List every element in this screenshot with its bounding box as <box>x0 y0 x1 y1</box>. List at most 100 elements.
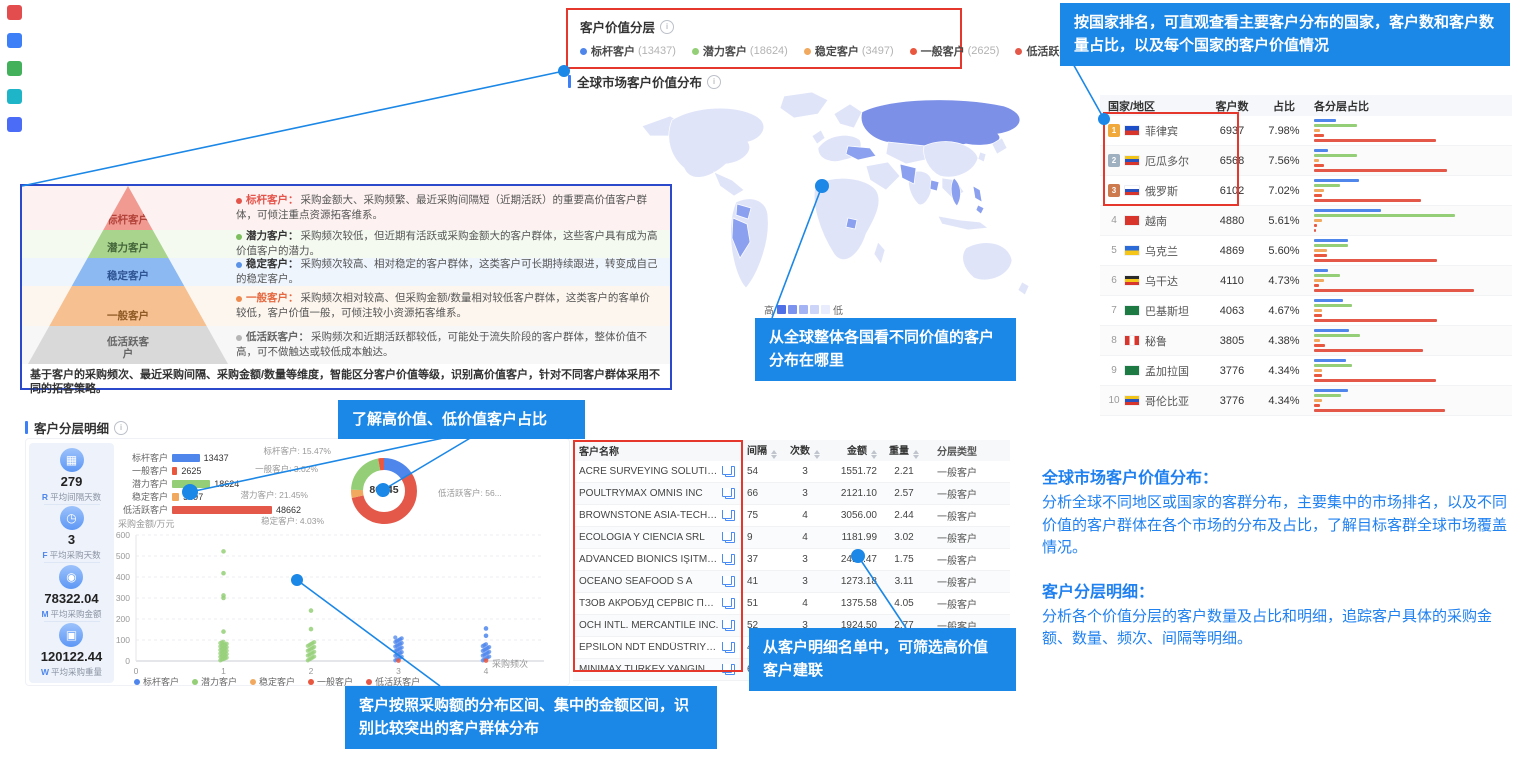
customer-times: 4 <box>783 598 827 609</box>
copy-icon[interactable] <box>725 488 735 499</box>
country-table-row[interactable]: 4越南 4880 5.61% <box>1100 206 1512 236</box>
country-table-row[interactable]: 10哥伦比亚 3776 4.34% <box>1100 386 1512 416</box>
customer-weight: 2.57 <box>881 488 927 499</box>
tier-mini-bar <box>1314 389 1348 392</box>
svg-text:4: 4 <box>484 666 489 676</box>
col-weight[interactable]: 重量 <box>881 442 927 459</box>
col-amount[interactable]: 金额 <box>827 442 881 459</box>
customer-table-row[interactable]: ТЗОВ АКРОБУД СЕРВІС ПРОСП ПЕРЕМОГИ 91 51… <box>573 593 1010 615</box>
customer-table-row[interactable]: ECOLOGIA Y CIENCIA SRL 9 4 1181.99 3.02 … <box>573 527 1010 549</box>
customer-weight: 3.11 <box>881 576 927 587</box>
metric-label: W平均采购重量 <box>41 666 102 678</box>
customer-table-row[interactable]: ADVANCED BİONİCS İŞİTME CİHAZLARI TİCARE… <box>573 549 1010 571</box>
col-times[interactable]: 次数 <box>783 442 827 459</box>
tier-mini-bar <box>1314 134 1324 137</box>
global-map-section-title: 全球市场客户价值分布 i <box>568 72 721 91</box>
customer-table-row[interactable]: POULTRYMAX OMNIS INC 66 3 2121.10 2.57 一… <box>573 483 1010 505</box>
customer-table-row[interactable]: BROWNSTONE ASIA-TECH INC. 75 4 3056.00 2… <box>573 505 1010 527</box>
donut-segment-label: 低活跃客户: 56... <box>438 487 520 499</box>
green-app-icon[interactable] <box>7 61 22 76</box>
country-name: 俄罗斯 <box>1145 183 1178 199</box>
callout-map: 从全球整体各国看不同价值的客户分布在哪里 <box>755 318 1016 381</box>
info-icon[interactable]: i <box>707 75 721 89</box>
pyramid-tier-description: 一般客户：采购频次相对较高、但采购金额/数量相对较低客户群体，这类客户的客单价较… <box>234 286 670 326</box>
indigo-app-icon[interactable] <box>7 117 22 132</box>
metric-divider <box>44 504 100 505</box>
metric-value: 120122.44 <box>41 649 102 664</box>
customer-name: ТЗОВ АКРОБУД СЕРВІС ПРОСП ПЕРЕМОГИ 91 <box>579 598 719 609</box>
customer-weight: 1.75 <box>881 554 927 565</box>
bar <box>172 506 272 514</box>
donut-segment-label: 标杆客户: 15.47% <box>231 445 331 457</box>
col-gap[interactable]: 间隔 <box>739 442 783 459</box>
red-app-icon[interactable] <box>7 5 22 20</box>
rank-number: 9 <box>1108 365 1120 376</box>
tier-mini-bar <box>1314 379 1436 382</box>
country-table-row[interactable]: 3俄罗斯 6102 7.02% <box>1100 176 1512 206</box>
country-table-row[interactable]: 5乌克兰 4869 5.60% <box>1100 236 1512 266</box>
copy-icon[interactable] <box>725 664 735 675</box>
pyramid-row: 稳定客户 稳定客户：采购频次较高、相对稳定的客户群体，这类客户可长期持续跟进，转… <box>22 258 670 286</box>
country-table-row[interactable]: 9孟加拉国 3776 4.34% <box>1100 356 1512 386</box>
country-table-row[interactable]: 8秘鲁 3805 4.38% <box>1100 326 1512 356</box>
rank-medal-icon: 1 <box>1108 124 1120 137</box>
tier-panel-title-text: 客户价值分层 <box>580 17 655 36</box>
tier-dot-icon <box>134 679 140 685</box>
tier-mini-bar <box>1314 329 1349 332</box>
sort-icon[interactable] <box>913 450 919 459</box>
country-name: 秘鲁 <box>1145 333 1167 349</box>
blue-app-icon[interactable] <box>7 33 22 48</box>
country-flag-icon <box>1124 125 1140 136</box>
country-table-row[interactable]: 2厄瓜多尔 6568 7.56% <box>1100 146 1512 176</box>
sort-icon[interactable] <box>771 450 777 459</box>
customer-gap: 41 <box>739 576 783 587</box>
copy-icon[interactable] <box>725 532 735 543</box>
country-table-row[interactable]: 6乌干达 4110 4.73% <box>1100 266 1512 296</box>
info-icon[interactable]: i <box>660 20 674 34</box>
svg-text:200: 200 <box>116 614 130 624</box>
country-flag-icon <box>1124 395 1140 406</box>
bar-value: 2625 <box>181 466 201 476</box>
map-pakistan-highlight <box>900 164 916 184</box>
customer-times: 4 <box>783 510 827 521</box>
copy-icon[interactable] <box>725 598 735 609</box>
bar-value: 18624 <box>214 479 239 489</box>
tier-mini-bar <box>1314 314 1322 317</box>
customer-weight: 4.05 <box>881 598 927 609</box>
svg-text:100: 100 <box>116 635 130 645</box>
customer-amount: 1181.99 <box>827 532 881 543</box>
scatter-legend-item: 潜力客户 <box>192 675 237 688</box>
tier-mini-bar <box>1314 279 1324 282</box>
metric-value: 78322.04 <box>44 591 98 606</box>
map-vietnam-highlight <box>951 178 960 206</box>
copy-icon[interactable] <box>725 642 735 653</box>
tier-mini-bar <box>1314 409 1445 412</box>
copy-icon[interactable] <box>725 466 735 477</box>
country-customer-count: 3805 <box>1204 335 1260 347</box>
rfm-metric: ▣ 120122.44 W平均采购重量 <box>41 623 102 678</box>
country-customer-count: 6937 <box>1204 125 1260 137</box>
tier-mini-bar <box>1314 199 1421 202</box>
customer-tier-pyramid-panel: 标杆客户 标杆客户：采购金额大、采购频繁、最近采购间隔短（近期活跃）的重要高价值… <box>20 184 672 390</box>
customer-amount: 2121.10 <box>827 488 881 499</box>
info-icon[interactable]: i <box>114 421 128 435</box>
copy-icon[interactable] <box>725 554 735 565</box>
copy-icon[interactable] <box>725 510 735 521</box>
country-table-row[interactable]: 7巴基斯坦 4063 4.67% <box>1100 296 1512 326</box>
copy-icon[interactable] <box>725 620 735 631</box>
map-legend-high-label: 高 <box>764 302 774 317</box>
copy-icon[interactable] <box>725 576 735 587</box>
map-uganda-highlight <box>846 218 857 229</box>
customer-table-row[interactable]: OCEANO SEAFOOD S A 41 3 1273.18 3.11 一般客… <box>573 571 1010 593</box>
teal-app-icon[interactable] <box>7 89 22 104</box>
customer-table-row[interactable]: ACRE SURVEYING SOLUTIONS PERU S A C AC 5… <box>573 461 1010 483</box>
tier-mini-bar <box>1314 284 1319 287</box>
rank-medal-icon: 3 <box>1108 184 1120 197</box>
map-legend-swatch <box>777 305 786 314</box>
tier-count-bar-chart: 标杆客户 13437 一般客户 2625 潜力客户 18624 稳定客户 349… <box>114 451 301 516</box>
country-table-row[interactable]: 1菲律宾 6937 7.98% <box>1100 116 1512 146</box>
map-legend-swatches <box>777 305 830 314</box>
dashboard-canvas: 客户价值分层 i 标杆客户(13437)潜力客户(18624)稳定客户(3497… <box>0 0 1513 758</box>
sort-icon[interactable] <box>871 450 877 459</box>
sort-icon[interactable] <box>814 450 820 459</box>
